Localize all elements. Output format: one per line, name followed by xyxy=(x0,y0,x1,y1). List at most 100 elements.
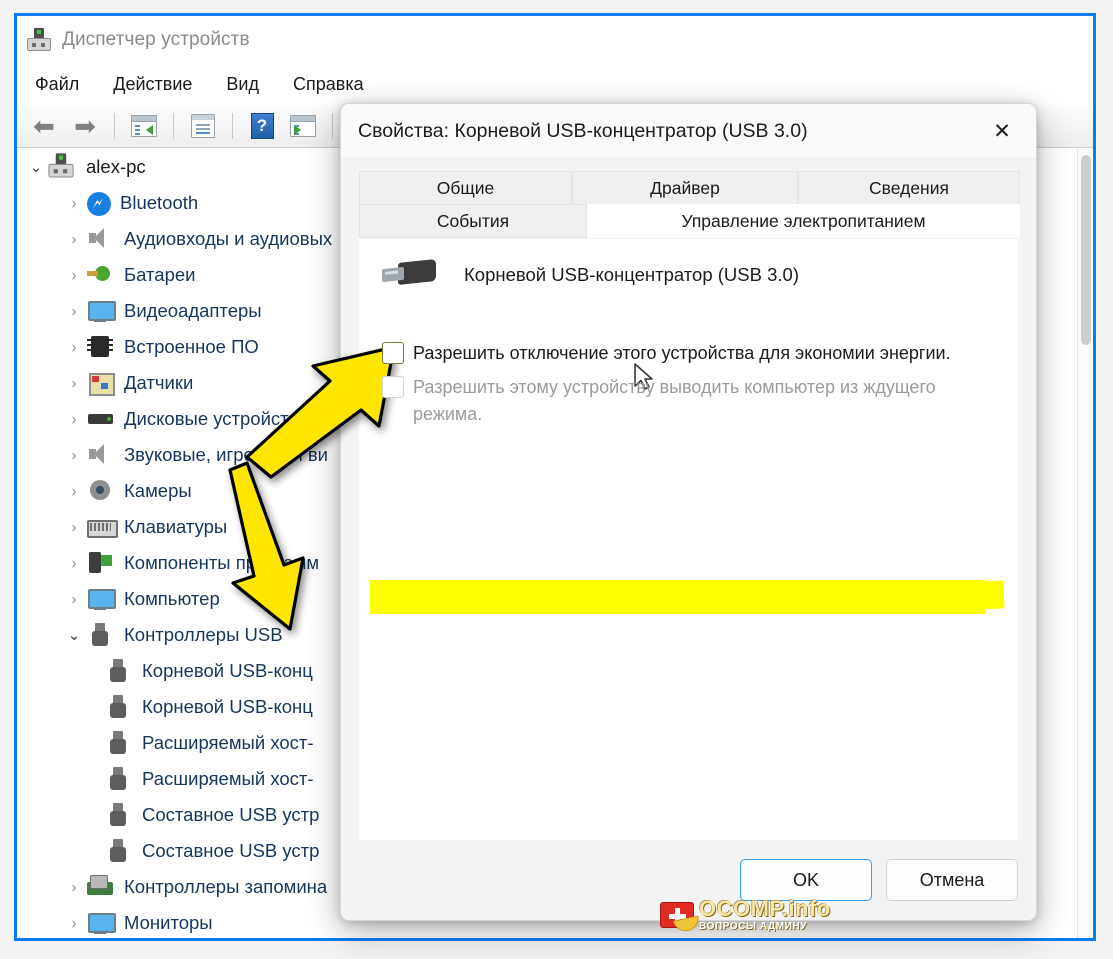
disk-drive-icon xyxy=(87,406,115,432)
menu-help[interactable]: Справка xyxy=(289,72,368,97)
sensors-icon xyxy=(87,370,115,396)
tree-item-label: Составное USB устр xyxy=(142,840,320,861)
tree-item-label: Дисковые устройств xyxy=(124,408,299,429)
tree-item-label: Датчики xyxy=(124,372,194,393)
checkbox-label-allow-wake-computer: Разрешить этому устройству выводить комп… xyxy=(413,377,936,424)
tree-item-label: Компьютер xyxy=(124,588,220,609)
tree-item-label: Встроенное ПО xyxy=(124,336,259,357)
chevron-right-icon[interactable]: › xyxy=(61,483,87,500)
sound-device-icon xyxy=(87,442,115,468)
ok-button[interactable]: OK xyxy=(740,859,872,901)
tree-item-label: Клавиатуры xyxy=(124,516,228,537)
software-component-icon xyxy=(87,550,115,576)
usb-icon xyxy=(105,694,133,720)
tree-item-label: Аудиовходы и аудиовых xyxy=(124,228,333,249)
storage-controller-icon xyxy=(87,874,115,900)
chevron-right-icon[interactable]: › xyxy=(61,411,87,428)
checkbox-allow-wake-computer xyxy=(382,376,404,398)
chevron-right-icon[interactable]: › xyxy=(61,267,87,284)
tree-item-label: Составное USB устр xyxy=(142,804,320,825)
bluetooth-icon xyxy=(87,192,111,216)
usb-icon xyxy=(105,730,133,756)
yellow-highlight-marker-tail xyxy=(971,580,1005,610)
dialog-titlebar: Свойства: Корневой USB-концентратор (USB… xyxy=(341,104,1036,159)
scrollbar-thumb[interactable] xyxy=(1081,155,1091,345)
tree-item-label: Корневой USB-конц xyxy=(142,696,313,717)
chevron-right-icon[interactable]: › xyxy=(61,555,87,572)
keyboard-icon xyxy=(87,514,118,540)
tab-driver[interactable]: Драйвер xyxy=(572,171,798,205)
forward-arrow-icon[interactable]: ➡ xyxy=(68,111,102,141)
close-icon[interactable]: ✕ xyxy=(974,108,1030,154)
toolbar-separator xyxy=(332,112,333,139)
tree-item-label: Корневой USB-конц xyxy=(142,660,313,681)
usb-hub-icon xyxy=(27,28,51,52)
chevron-right-icon[interactable]: › xyxy=(61,375,87,392)
tree-item-label: Контроллеры запомина xyxy=(124,876,328,897)
properties-dialog: Свойства: Корневой USB-концентратор (USB… xyxy=(340,103,1037,921)
tree-item-label: Контроллеры USB xyxy=(124,624,283,645)
window-title: Диспетчер устройств xyxy=(62,29,250,50)
chevron-right-icon[interactable]: › xyxy=(61,879,87,896)
tree-item-label: Звуковые, игровые и ви xyxy=(124,444,328,465)
chevron-right-icon[interactable]: › xyxy=(61,303,87,320)
usb-icon xyxy=(105,658,133,684)
toolbar-separator xyxy=(114,112,115,139)
chevron-right-icon[interactable]: › xyxy=(61,519,87,536)
chevron-down-icon[interactable]: ⌄ xyxy=(23,158,49,176)
dialog-body: Общие Драйвер Сведения События Управлени… xyxy=(341,159,1036,920)
menu-action[interactable]: Действие xyxy=(109,72,196,97)
chevron-right-icon[interactable]: › xyxy=(61,447,87,464)
window-titlebar: Диспетчер устройств xyxy=(17,16,1093,64)
usb-icon xyxy=(105,802,133,828)
scan-hardware-changes-icon[interactable] xyxy=(286,111,320,141)
tree-item-label: Расширяемый хост- xyxy=(142,768,314,789)
usb-icon xyxy=(105,838,133,864)
device-name: Корневой USB-концентратор (USB 3.0) xyxy=(464,264,799,285)
monitor-icon xyxy=(87,910,116,936)
back-arrow-icon[interactable]: ⬅ xyxy=(27,111,61,141)
tree-item-label: Bluetooth xyxy=(120,192,199,213)
cancel-button[interactable]: Отмена xyxy=(886,859,1018,901)
audio-icon xyxy=(87,226,115,252)
tab-details[interactable]: Сведения xyxy=(798,171,1020,205)
usb-plug-icon xyxy=(382,258,438,292)
tree-item-label: Камеры xyxy=(124,480,192,501)
screenshot-root: Диспетчер устройств Файл Действие Вид Сп… xyxy=(0,0,1113,959)
checkbox-row-allow-wake-computer: Разрешить этому устройству выводить комп… xyxy=(360,374,1017,428)
tab-events[interactable]: События xyxy=(359,204,587,238)
usb-icon xyxy=(105,766,133,792)
chevron-down-icon[interactable]: ⌄ xyxy=(61,626,87,644)
chevron-right-icon[interactable]: › xyxy=(61,339,87,356)
chevron-right-icon[interactable]: › xyxy=(61,231,87,248)
tab-power-management[interactable]: Управление электропитанием xyxy=(587,204,1020,238)
help-icon[interactable]: ? xyxy=(245,111,279,141)
chevron-right-icon[interactable]: › xyxy=(61,915,87,932)
battery-icon xyxy=(87,262,115,288)
checkbox-allow-power-off[interactable] xyxy=(382,342,404,364)
tree-root-label: alex-pc xyxy=(86,156,146,177)
menu-file[interactable]: Файл xyxy=(31,72,83,97)
firmware-icon xyxy=(87,334,115,360)
display-adapter-icon xyxy=(87,298,116,324)
tree-item-label: Расширяемый хост- xyxy=(142,732,314,753)
menu-bar: Файл Действие Вид Справка xyxy=(17,64,1093,104)
tree-item-label: Компоненты программ xyxy=(124,552,320,573)
menu-view[interactable]: Вид xyxy=(222,72,263,97)
checkbox-label-allow-power-off: Разрешить отключение этого устройства дл… xyxy=(413,343,951,363)
dialog-title: Свойства: Корневой USB-концентратор (USB… xyxy=(358,119,808,142)
show-hide-console-tree-icon[interactable] xyxy=(127,111,161,141)
watermark-main-text: OCOMP.info xyxy=(699,896,831,921)
tree-scrollbar[interactable] xyxy=(1077,149,1093,938)
toolbar-separator xyxy=(173,112,174,139)
site-watermark: OCOMP.info ВОПРОСЫ АДМИНУ xyxy=(660,896,831,934)
camera-icon xyxy=(87,478,115,504)
checkbox-row-allow-power-off[interactable]: Разрешить отключение этого устройства дл… xyxy=(360,340,1017,367)
usb-icon xyxy=(87,622,115,648)
tree-item-label: Видеоадаптеры xyxy=(124,300,262,321)
chevron-right-icon[interactable]: › xyxy=(61,591,87,608)
tab-general[interactable]: Общие xyxy=(359,171,572,205)
computer-icon xyxy=(87,586,116,612)
properties-icon[interactable] xyxy=(186,111,220,141)
chevron-right-icon[interactable]: › xyxy=(61,195,87,212)
